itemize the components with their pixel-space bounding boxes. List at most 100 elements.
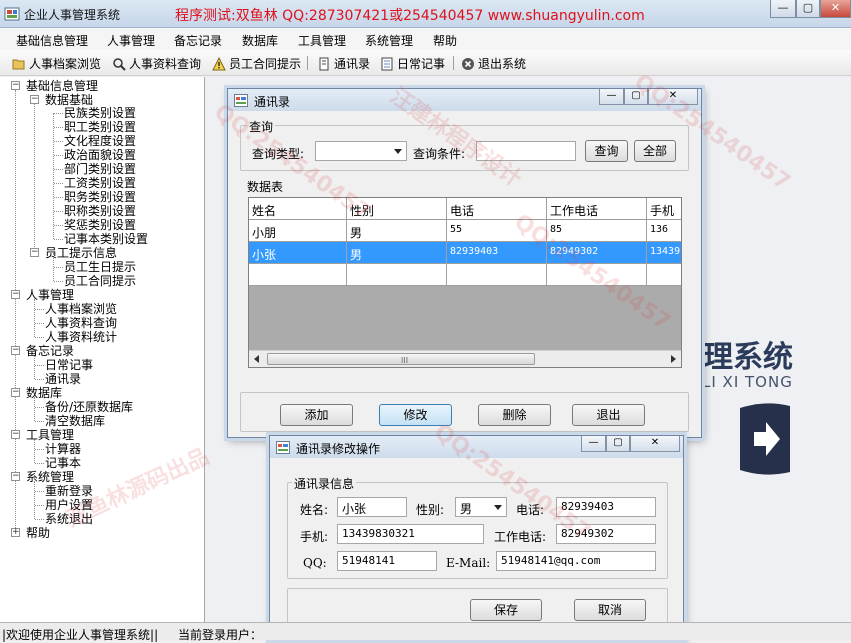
- tree-guide: [54, 127, 63, 128]
- tree-node-system[interactable]: 系统管理: [26, 471, 74, 484]
- tree-guide: [54, 225, 63, 226]
- save-button[interactable]: 保存: [470, 599, 542, 621]
- tree-collapse-toggle[interactable]: −: [30, 248, 39, 257]
- contacts-minimize-button[interactable]: —: [599, 89, 624, 105]
- column-header[interactable]: 手机: [647, 198, 681, 220]
- tree-node-reminder[interactable]: 员工提示信息: [45, 247, 117, 260]
- mobile-label: 手机:: [300, 530, 329, 544]
- tool-exit[interactable]: 退出系统: [461, 55, 526, 72]
- table-row-new[interactable]: [249, 264, 681, 286]
- tree-collapse-toggle[interactable]: −: [30, 95, 39, 104]
- tree-leaf[interactable]: 员工生日提示: [64, 261, 136, 274]
- minimize-button[interactable]: —: [770, 0, 796, 18]
- show-all-button[interactable]: 全部: [634, 140, 676, 162]
- work-phone-input[interactable]: 82949302: [556, 524, 656, 544]
- column-header[interactable]: 性别: [347, 198, 447, 220]
- table-row[interactable]: 小朋 男 55 85 136: [249, 220, 681, 242]
- table-cell: 男: [347, 220, 447, 242]
- tool-contacts[interactable]: 通讯录: [317, 55, 370, 72]
- column-header[interactable]: 姓名: [249, 198, 347, 220]
- tree-node-memo[interactable]: 备忘记录: [26, 345, 74, 358]
- menu-help[interactable]: 帮助: [433, 32, 457, 49]
- tree-collapse-toggle[interactable]: −: [11, 346, 20, 355]
- tree-leaf[interactable]: 记事本类别设置: [64, 233, 148, 246]
- tree-leaf[interactable]: 备份/还原数据库: [45, 401, 133, 414]
- tree-collapse-toggle[interactable]: −: [11, 388, 20, 397]
- column-header[interactable]: 工作电话: [547, 198, 647, 220]
- email-input[interactable]: 51948141@qq.com: [496, 551, 656, 571]
- delete-button[interactable]: 删除: [478, 404, 551, 426]
- tree-leaf[interactable]: 系统退出: [45, 513, 93, 526]
- tree-node-basic-info[interactable]: 基础信息管理: [26, 80, 98, 93]
- add-button[interactable]: 添加: [280, 404, 353, 426]
- edit-button[interactable]: 修改: [379, 404, 452, 426]
- tree-leaf[interactable]: 奖惩类别设置: [64, 219, 136, 232]
- gender-select[interactable]: 男: [455, 497, 507, 517]
- tree-node-database[interactable]: 数据库: [26, 387, 62, 400]
- phone-input[interactable]: 82939403: [556, 497, 656, 517]
- mobile-input[interactable]: 13439830321: [337, 524, 484, 544]
- tree-leaf[interactable]: 人事资料统计: [45, 331, 117, 344]
- menu-system[interactable]: 系统管理: [365, 32, 413, 49]
- tree-node-tools[interactable]: 工具管理: [26, 429, 74, 442]
- tree-leaf[interactable]: 工资类别设置: [64, 177, 136, 190]
- tree-leaf[interactable]: 部门类别设置: [64, 163, 136, 176]
- tree-node-help[interactable]: 帮助: [26, 527, 50, 540]
- close-button[interactable]: ✕: [820, 0, 851, 18]
- tree-leaf[interactable]: 员工合同提示: [64, 275, 136, 288]
- exit-button[interactable]: 退出: [572, 404, 645, 426]
- restore-button[interactable]: ▢: [796, 0, 820, 18]
- tree-leaf[interactable]: 人事档案浏览: [45, 303, 117, 316]
- tree-collapse-toggle[interactable]: −: [11, 430, 20, 439]
- tree-leaf[interactable]: 通讯录: [45, 373, 81, 386]
- tool-data-query[interactable]: 人事资料查询: [112, 55, 201, 72]
- tree-guide: [54, 281, 63, 282]
- grid-horizontal-scrollbar[interactable]: III: [249, 350, 681, 367]
- scroll-left-icon[interactable]: [254, 355, 259, 363]
- tree-leaf[interactable]: 人事资料查询: [45, 317, 117, 330]
- edit-maximize-button[interactable]: ▢: [606, 436, 630, 452]
- tree-leaf[interactable]: 文化程度设置: [64, 135, 136, 148]
- table-row-selected[interactable]: 小张 男 82939403 82949302 13439: [249, 242, 681, 264]
- qq-input[interactable]: 51948141: [337, 551, 437, 571]
- tree-collapse-toggle[interactable]: −: [11, 81, 20, 90]
- tree-leaf[interactable]: 日常记事: [45, 359, 93, 372]
- edit-minimize-button[interactable]: —: [581, 436, 606, 452]
- menu-basic-info[interactable]: 基础信息管理: [16, 32, 88, 49]
- tree-leaf[interactable]: 民族类别设置: [64, 107, 136, 120]
- tree-node-hr[interactable]: 人事管理: [26, 289, 74, 302]
- query-condition-input[interactable]: [476, 141, 576, 161]
- menu-hr[interactable]: 人事管理: [107, 32, 155, 49]
- tree-expand-toggle[interactable]: +: [11, 528, 20, 537]
- cancel-button[interactable]: 取消: [574, 599, 646, 621]
- tool-daily-notes[interactable]: 日常记事: [380, 55, 445, 72]
- tree-leaf[interactable]: 用户设置: [45, 499, 93, 512]
- query-button[interactable]: 查询: [585, 140, 628, 162]
- tree-guide: [35, 519, 44, 520]
- query-type-label: 查询类型:: [252, 147, 305, 161]
- tree-leaf[interactable]: 职务类别设置: [64, 191, 136, 204]
- tree-collapse-toggle[interactable]: −: [11, 290, 20, 299]
- scroll-right-icon[interactable]: [671, 355, 676, 363]
- tree-leaf[interactable]: 重新登录: [45, 485, 93, 498]
- tree-leaf[interactable]: 职称类别设置: [64, 205, 136, 218]
- tool-archive-browse[interactable]: 人事档案浏览: [12, 55, 101, 72]
- tool-contract-alert[interactable]: 员工合同提示: [212, 55, 301, 72]
- column-header[interactable]: 电话: [447, 198, 547, 220]
- menu-database[interactable]: 数据库: [242, 32, 278, 49]
- tree-leaf[interactable]: 职工类别设置: [64, 121, 136, 134]
- contacts-maximize-button[interactable]: ▢: [624, 89, 648, 105]
- contacts-close-button[interactable]: ✕: [648, 89, 698, 105]
- scroll-thumb[interactable]: III: [267, 353, 535, 365]
- tree-leaf[interactable]: 计算器: [45, 443, 81, 456]
- tree-leaf[interactable]: 清空数据库: [45, 415, 105, 428]
- search-icon: [113, 57, 126, 71]
- menu-tools[interactable]: 工具管理: [298, 32, 346, 49]
- edit-close-button[interactable]: ✕: [630, 436, 680, 452]
- tree-leaf[interactable]: 政治面貌设置: [64, 149, 136, 162]
- tree-collapse-toggle[interactable]: −: [11, 472, 20, 481]
- query-type-select[interactable]: [315, 141, 407, 161]
- name-input[interactable]: 小张: [337, 497, 407, 517]
- menu-memo[interactable]: 备忘记录: [174, 32, 222, 49]
- tree-leaf[interactable]: 记事本: [45, 457, 81, 470]
